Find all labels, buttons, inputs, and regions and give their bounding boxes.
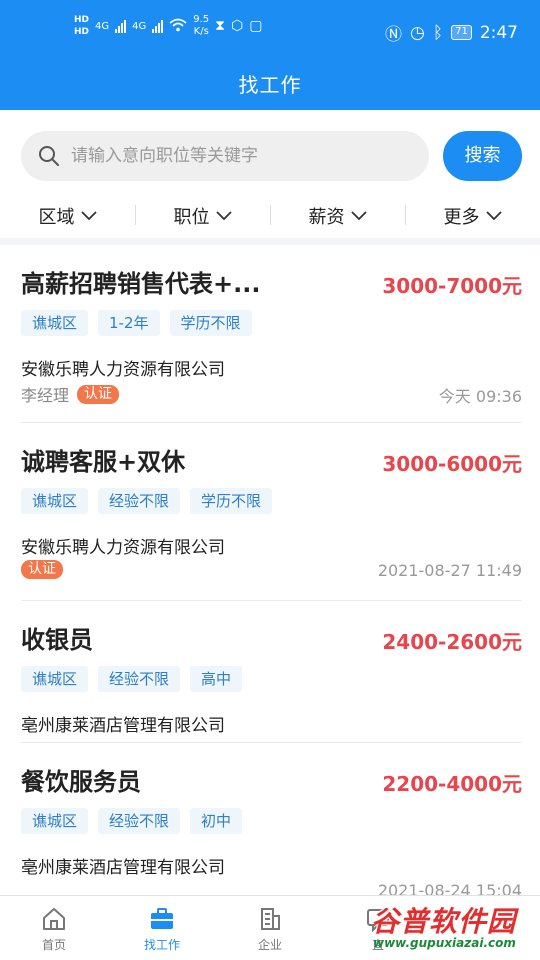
verified-badge: 认证: [21, 560, 63, 579]
search-icon: [39, 146, 59, 166]
job-salary: 2200-4000元: [382, 772, 522, 796]
job-title: 诚聘客服+双休: [21, 448, 186, 476]
job-title: 餐饮服务员: [21, 768, 141, 796]
job-meta: 认证: [21, 560, 63, 579]
chevron-down-icon: [485, 211, 502, 221]
job-tag: 经验不限: [98, 808, 181, 834]
nav-label: 首页: [41, 938, 66, 952]
filter-position[interactable]: 职位: [135, 196, 270, 236]
hd-label-1: HD: [74, 15, 90, 25]
status-bar: HD HD 4G 4G 9.5 K/s ⧗ ⬡ ▢ Ⓝ ◷ ᛒ 71 2:47: [0, 0, 540, 56]
job-card[interactable]: 诚聘客服+双休 3000-6000元 谯城区 经验不限 学历不限 安徽乐聘人力资…: [21, 423, 522, 601]
hd-indicator: HD HD: [74, 14, 89, 38]
post-time: 今天 09:36: [438, 387, 522, 406]
verified-badge: 认证: [77, 384, 120, 404]
signal-icon: [115, 19, 127, 33]
signal-icon-2: [152, 19, 164, 33]
speed-unit: K/s: [193, 26, 209, 37]
page-title: 找工作: [238, 73, 302, 97]
building-icon: [261, 908, 280, 930]
alarm-icon: ◷: [410, 22, 425, 43]
nav-label: 企业: [257, 938, 282, 952]
job-title: 高薪招聘销售代表+...: [21, 270, 261, 298]
job-tags: 谯城区 1-2年 学历不限: [21, 310, 252, 336]
hourglass-icon: ⧗: [215, 17, 225, 34]
job-tag: 谯城区: [21, 808, 89, 834]
nfc-icon: Ⓝ: [385, 25, 403, 45]
search-input[interactable]: [71, 146, 411, 166]
briefcase-icon: [151, 908, 173, 929]
app-header: HD HD 4G 4G 9.5 K/s ⧗ ⬡ ▢ Ⓝ ◷ ᛒ 71 2:47: [0, 0, 540, 110]
chevron-down-icon: [80, 211, 97, 221]
nav-find-job[interactable]: 找工作: [108, 896, 216, 960]
speed-value: 9.5: [193, 14, 210, 25]
job-salary: 3000-6000元: [382, 452, 522, 476]
job-tag: 谯城区: [21, 310, 89, 336]
contact-name: 李经理: [21, 386, 70, 405]
filter-area[interactable]: 区域: [0, 196, 135, 236]
nav-home[interactable]: 首页: [0, 896, 108, 960]
filter-label: 职位: [173, 207, 210, 228]
job-tag: 学历不限: [169, 310, 252, 336]
nav-company[interactable]: 企业: [216, 896, 324, 960]
filter-label: 薪资: [308, 207, 345, 228]
hd-label-2: HD: [74, 27, 90, 37]
battery-icon: 71: [451, 25, 472, 40]
job-tag: 学历不限: [190, 488, 273, 514]
company-name: 亳州康莱酒店管理有限公司: [21, 858, 225, 878]
search-bar[interactable]: [21, 131, 429, 181]
home-icon: [43, 908, 65, 930]
message-notification-icon: ▢: [249, 17, 263, 34]
filter-more[interactable]: 更多: [405, 196, 540, 236]
site-watermark: 谷普软件园 www.gupuxiazai.com: [363, 898, 540, 954]
job-salary: 2400-2600元: [382, 630, 522, 654]
company-name: 安徽乐聘人力资源有限公司: [21, 538, 225, 558]
job-tag: 谯城区: [21, 666, 89, 692]
watermark-text: 谷普软件园: [371, 905, 517, 938]
search-button[interactable]: 搜索: [443, 131, 522, 181]
chevron-down-icon: [215, 211, 232, 221]
job-tags: 谯城区 经验不限 学历不限: [21, 488, 273, 514]
network-label-1: 4G: [95, 20, 110, 32]
job-tag: 初中: [190, 808, 243, 834]
job-tags: 谯城区 经验不限 高中: [21, 666, 243, 692]
watermark-url: www.gupuxiazai.com: [373, 936, 516, 950]
job-tag: 谯城区: [21, 488, 89, 514]
filter-bar: 区域 职位 薪资 更多: [0, 196, 540, 236]
post-time: 2021-08-27 11:49: [377, 561, 522, 580]
job-meta: 李经理 认证: [21, 382, 120, 406]
chevron-down-icon: [350, 211, 367, 221]
post-time: 2021-08-24 15:04: [377, 881, 522, 895]
bluetooth-icon: ᛒ: [432, 22, 444, 43]
network-label-2: 4G: [132, 20, 147, 32]
section-divider: [0, 238, 540, 245]
app-notification-icon: ⬡: [231, 17, 244, 34]
job-tag: 1-2年: [98, 310, 160, 336]
job-tag: 经验不限: [98, 488, 181, 514]
network-speed: 9.5 K/s: [193, 14, 209, 38]
job-card[interactable]: 餐饮服务员 2200-4000元 谯城区 经验不限 初中 亳州康莱酒店管理有限公…: [21, 743, 522, 895]
wifi-icon: [169, 18, 187, 34]
filter-label: 区域: [38, 207, 75, 228]
company-name: 安徽乐聘人力资源有限公司: [21, 360, 225, 380]
job-tags: 谯城区 经验不限 初中: [21, 808, 243, 834]
status-right: Ⓝ ◷ ᛒ 71 2:47: [385, 20, 518, 46]
filter-label: 更多: [443, 207, 480, 228]
job-salary: 3000-7000元: [382, 274, 522, 298]
job-card[interactable]: 高薪招聘销售代表+... 3000-7000元 谯城区 1-2年 学历不限 安徽…: [21, 245, 522, 423]
filter-salary[interactable]: 薪资: [270, 196, 405, 236]
status-left: HD HD 4G 4G 9.5 K/s ⧗ ⬡ ▢: [74, 14, 262, 38]
job-tag: 经验不限: [98, 666, 181, 692]
nav-label: 找工作: [143, 938, 180, 952]
company-name: 亳州康莱酒店管理有限公司: [21, 716, 225, 736]
job-list: 高薪招聘销售代表+... 3000-7000元 谯城区 1-2年 学历不限 安徽…: [0, 245, 540, 895]
search-row: 搜索: [0, 110, 540, 196]
job-card[interactable]: 收银员 2400-2600元 谯城区 经验不限 高中 亳州康莱酒店管理有限公司: [21, 601, 522, 743]
job-tag: 高中: [190, 666, 243, 692]
clock: 2:47: [479, 22, 518, 43]
job-title: 收银员: [21, 626, 93, 654]
